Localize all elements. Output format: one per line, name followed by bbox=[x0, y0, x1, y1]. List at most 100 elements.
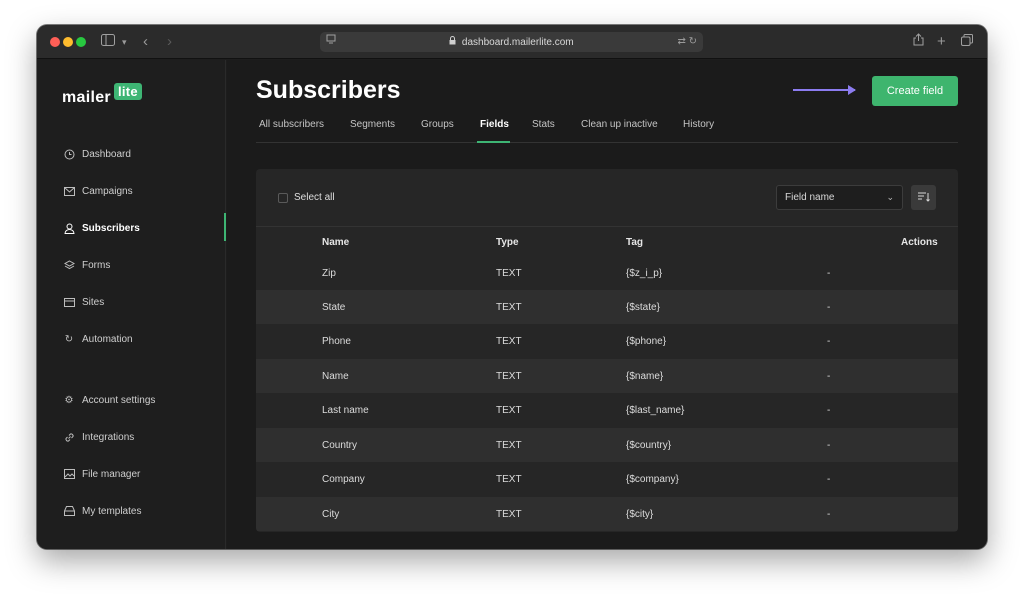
sidebar-item-campaigns[interactable]: Campaigns bbox=[63, 182, 133, 200]
new-tab-icon[interactable]: + bbox=[937, 33, 946, 51]
field-tag: {$company} bbox=[626, 474, 679, 485]
page-settings-icon[interactable] bbox=[326, 32, 336, 52]
image-icon bbox=[63, 468, 75, 480]
field-name: Country bbox=[322, 440, 358, 451]
browser-icon bbox=[63, 296, 75, 308]
table-row[interactable]: Zip TEXT {$z_i_p} - bbox=[256, 256, 958, 290]
sort-direction-button[interactable] bbox=[911, 185, 936, 210]
tab-segments[interactable]: Segments bbox=[350, 119, 395, 130]
select-all-control[interactable]: Select all bbox=[278, 192, 335, 203]
sidebar-item-label: Account settings bbox=[82, 394, 156, 406]
browser-window: ▾ ‹ › dashboard.mailerlite.com ⇄ ↻ + mai… bbox=[37, 25, 987, 549]
translate-icon[interactable]: ⇄ bbox=[677, 36, 685, 47]
tab-groups[interactable]: Groups bbox=[421, 119, 454, 130]
table-row[interactable]: Last name TEXT {$last_name} - bbox=[256, 393, 958, 427]
tabs-bar: All subscribers Segments Groups Fields S… bbox=[256, 116, 958, 143]
sidebar-item-forms[interactable]: Forms bbox=[63, 256, 110, 274]
sidebar-item-label: Sites bbox=[82, 296, 105, 308]
sort-field-value: Field name bbox=[785, 192, 835, 203]
table-row[interactable]: Name TEXT {$name} - bbox=[256, 359, 958, 393]
sidebar-item-account-settings[interactable]: ⚙ Account settings bbox=[63, 391, 156, 409]
share-icon[interactable] bbox=[913, 33, 924, 51]
field-type: TEXT bbox=[496, 336, 522, 347]
sort-field-select[interactable]: Field name ⌄ bbox=[776, 185, 903, 210]
forward-icon[interactable]: › bbox=[167, 33, 172, 51]
field-actions: - bbox=[827, 405, 831, 416]
sidebar-item-automation[interactable]: ↻ Automation bbox=[63, 330, 133, 348]
field-actions: - bbox=[827, 371, 831, 382]
sidebar-item-label: My templates bbox=[82, 505, 142, 517]
field-actions: - bbox=[827, 509, 831, 520]
inbox-icon bbox=[63, 505, 75, 517]
table-row[interactable]: Phone TEXT {$phone} - bbox=[256, 324, 958, 358]
sidebar-toggle-icon[interactable] bbox=[101, 33, 115, 51]
lock-icon bbox=[449, 36, 459, 47]
field-actions: - bbox=[827, 474, 831, 485]
sidebar-item-label: Forms bbox=[82, 259, 111, 271]
tab-history[interactable]: History bbox=[683, 119, 714, 130]
sort-icon bbox=[917, 189, 930, 207]
tab-fields[interactable]: Fields bbox=[480, 119, 509, 130]
fields-panel: Select all Field name ⌄ Name Type Tag Ac… bbox=[256, 169, 958, 532]
field-actions: - bbox=[827, 440, 831, 451]
field-type: TEXT bbox=[496, 302, 522, 313]
envelope-icon bbox=[63, 185, 75, 197]
layers-icon bbox=[63, 259, 75, 271]
field-name: Name bbox=[322, 371, 349, 382]
field-tag: {$state} bbox=[626, 302, 660, 313]
sidebar-item-sites[interactable]: Sites bbox=[63, 293, 104, 311]
chevron-down-icon[interactable]: ▾ bbox=[122, 33, 127, 51]
field-tag: {$country} bbox=[626, 440, 672, 451]
user-icon bbox=[63, 222, 75, 234]
refresh-icon: ↻ bbox=[64, 333, 74, 345]
field-name: City bbox=[322, 509, 340, 520]
link-icon bbox=[63, 431, 75, 443]
minimize-window-button[interactable] bbox=[63, 37, 73, 47]
mailerlite-logo[interactable]: mailer lite bbox=[62, 83, 142, 107]
page-title: Subscribers bbox=[256, 76, 401, 104]
sidebar-item-label: Campaigns bbox=[82, 185, 133, 197]
sidebar-item-file-manager[interactable]: File manager bbox=[63, 465, 140, 483]
create-field-button[interactable]: Create field bbox=[872, 76, 958, 106]
tabs-overview-icon[interactable] bbox=[961, 33, 973, 51]
field-type: TEXT bbox=[496, 405, 522, 416]
sidebar-item-label: Dashboard bbox=[82, 148, 131, 160]
sidebar-item-dashboard[interactable]: Dashboard bbox=[63, 145, 131, 163]
table-row[interactable]: Company TEXT {$company} - bbox=[256, 462, 958, 496]
active-tab-underline bbox=[477, 141, 510, 143]
main-content: Subscribers Create field All subscribers… bbox=[227, 60, 987, 549]
sidebar-item-my-templates[interactable]: My templates bbox=[63, 502, 141, 520]
column-header-name[interactable]: Name bbox=[322, 237, 349, 248]
gear-icon: ⚙ bbox=[64, 394, 74, 406]
sidebar-item-label: Subscribers bbox=[82, 222, 140, 234]
address-bar[interactable]: dashboard.mailerlite.com ⇄ ↻ bbox=[320, 32, 703, 52]
sidebar-item-label: Integrations bbox=[82, 431, 135, 443]
arrow-annotation bbox=[793, 85, 856, 95]
column-header-tag[interactable]: Tag bbox=[626, 237, 643, 248]
url-text: dashboard.mailerlite.com bbox=[461, 37, 574, 48]
field-actions: - bbox=[827, 268, 831, 279]
zoom-window-button[interactable] bbox=[76, 37, 86, 47]
tab-all-subscribers[interactable]: All subscribers bbox=[259, 119, 324, 130]
sidebar-item-integrations[interactable]: Integrations bbox=[63, 428, 134, 446]
column-header-actions: Actions bbox=[901, 237, 938, 248]
select-all-label: Select all bbox=[294, 192, 335, 203]
sidebar-item-subscribers[interactable]: Subscribers bbox=[63, 219, 140, 237]
field-tag: {$city} bbox=[626, 509, 654, 520]
field-type: TEXT bbox=[496, 268, 522, 279]
field-tag: {$phone} bbox=[626, 336, 667, 347]
tab-clean-up-inactive[interactable]: Clean up inactive bbox=[581, 119, 658, 130]
table-row[interactable]: City TEXT {$city} - bbox=[256, 497, 958, 531]
active-nav-indicator bbox=[224, 213, 226, 241]
clock-icon bbox=[63, 148, 75, 160]
tab-stats[interactable]: Stats bbox=[532, 119, 555, 130]
table-row[interactable]: State TEXT {$state} - bbox=[256, 290, 958, 324]
column-header-type[interactable]: Type bbox=[496, 237, 519, 248]
select-all-checkbox[interactable] bbox=[278, 192, 288, 203]
back-icon[interactable]: ‹ bbox=[143, 33, 148, 51]
table-row[interactable]: Country TEXT {$country} - bbox=[256, 428, 958, 462]
close-window-button[interactable] bbox=[50, 37, 60, 47]
field-name: State bbox=[322, 302, 346, 313]
translate-reload-icons[interactable]: ⇄ ↻ bbox=[677, 32, 697, 52]
reload-icon[interactable]: ↻ bbox=[689, 36, 697, 47]
